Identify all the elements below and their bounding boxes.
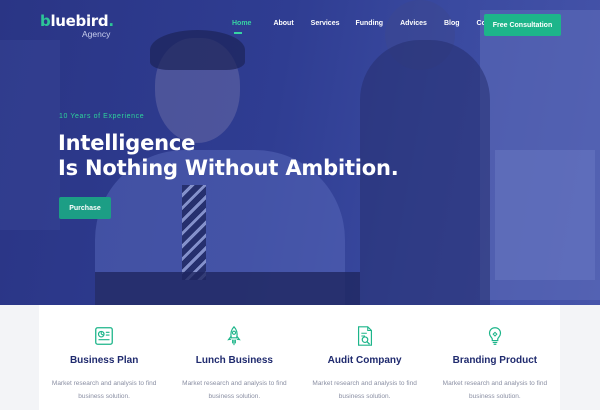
business-plan-icon <box>95 327 114 345</box>
main-nav: Home About Services Funding Advices Blog… <box>228 20 503 34</box>
logo-dot: . <box>108 12 114 30</box>
service-description-line: Market research and analysis to find <box>182 380 287 387</box>
hero-photo-laptop <box>95 272 360 305</box>
service-description-line: Market research and analysis to find <box>442 380 548 387</box>
service-card-lunch-business[interactable]: Lunch Business Market research and analy… <box>169 305 299 410</box>
hero-headline: Intelligence Is Nothing Without Ambition… <box>58 131 399 181</box>
service-description: Market research and analysis to find bus… <box>440 377 550 403</box>
nav-item-funding[interactable]: Funding <box>355 20 383 27</box>
service-description-line: Market research and analysis to find <box>51 380 157 387</box>
service-description: Market research and analysis to find bus… <box>310 377 420 403</box>
hero-section: bluebird. Agency Home About Services Fun… <box>0 0 600 305</box>
service-description-line: business solution. <box>208 393 261 400</box>
service-description-line: business solution. <box>469 393 521 400</box>
service-title: Lunch Business <box>195 355 273 366</box>
nav-item-about[interactable]: About <box>273 20 293 27</box>
service-card-business-plan[interactable]: Business Plan Market research and analys… <box>39 305 169 410</box>
services-cards: Business Plan Market research and analys… <box>39 305 560 410</box>
service-title: Audit Company <box>327 355 402 366</box>
hero-eyebrow: 10 Years of Experience <box>59 113 145 120</box>
hero-photo-chart <box>495 150 595 280</box>
logo-initial: b <box>40 12 51 30</box>
service-description: Market research and analysis to find bus… <box>49 377 159 403</box>
service-card-audit-company[interactable]: Audit Company Market research and analys… <box>300 305 430 410</box>
service-description-line: Market research and analysis to find <box>312 380 417 387</box>
brand-logo[interactable]: bluebird. Agency <box>40 12 114 39</box>
logo-wordmark: luebird <box>50 12 109 30</box>
service-description-line: business solution. <box>78 393 130 400</box>
service-card-branding-product[interactable]: Branding Product Market research and ana… <box>430 305 560 410</box>
hero-photo-backdrop <box>0 40 60 230</box>
nav-item-services[interactable]: Services <box>311 20 340 27</box>
service-title: Branding Product <box>452 355 538 366</box>
hero-photo-man-hair <box>150 30 245 70</box>
free-consultation-button[interactable]: Free Consultation <box>484 14 561 36</box>
service-description-line: business solution. <box>338 393 391 400</box>
purchase-button[interactable]: Purchase <box>59 197 111 219</box>
hero-photo-tie <box>182 185 206 280</box>
lightbulb-icon <box>488 327 501 345</box>
service-description: Market research and analysis to find bus… <box>179 377 289 403</box>
nav-item-blog[interactable]: Blog <box>444 20 460 27</box>
logo-tagline: Agency <box>82 29 111 39</box>
nav-item-advices[interactable]: Advices <box>400 20 427 27</box>
rocket-icon <box>227 325 242 346</box>
hero-headline-line1: Intelligence <box>58 131 196 155</box>
service-title: Business Plan <box>69 355 139 366</box>
audit-document-icon <box>357 326 372 346</box>
nav-item-home[interactable]: Home <box>232 20 251 34</box>
hero-headline-line2: Is Nothing Without Ambition. <box>58 156 399 180</box>
